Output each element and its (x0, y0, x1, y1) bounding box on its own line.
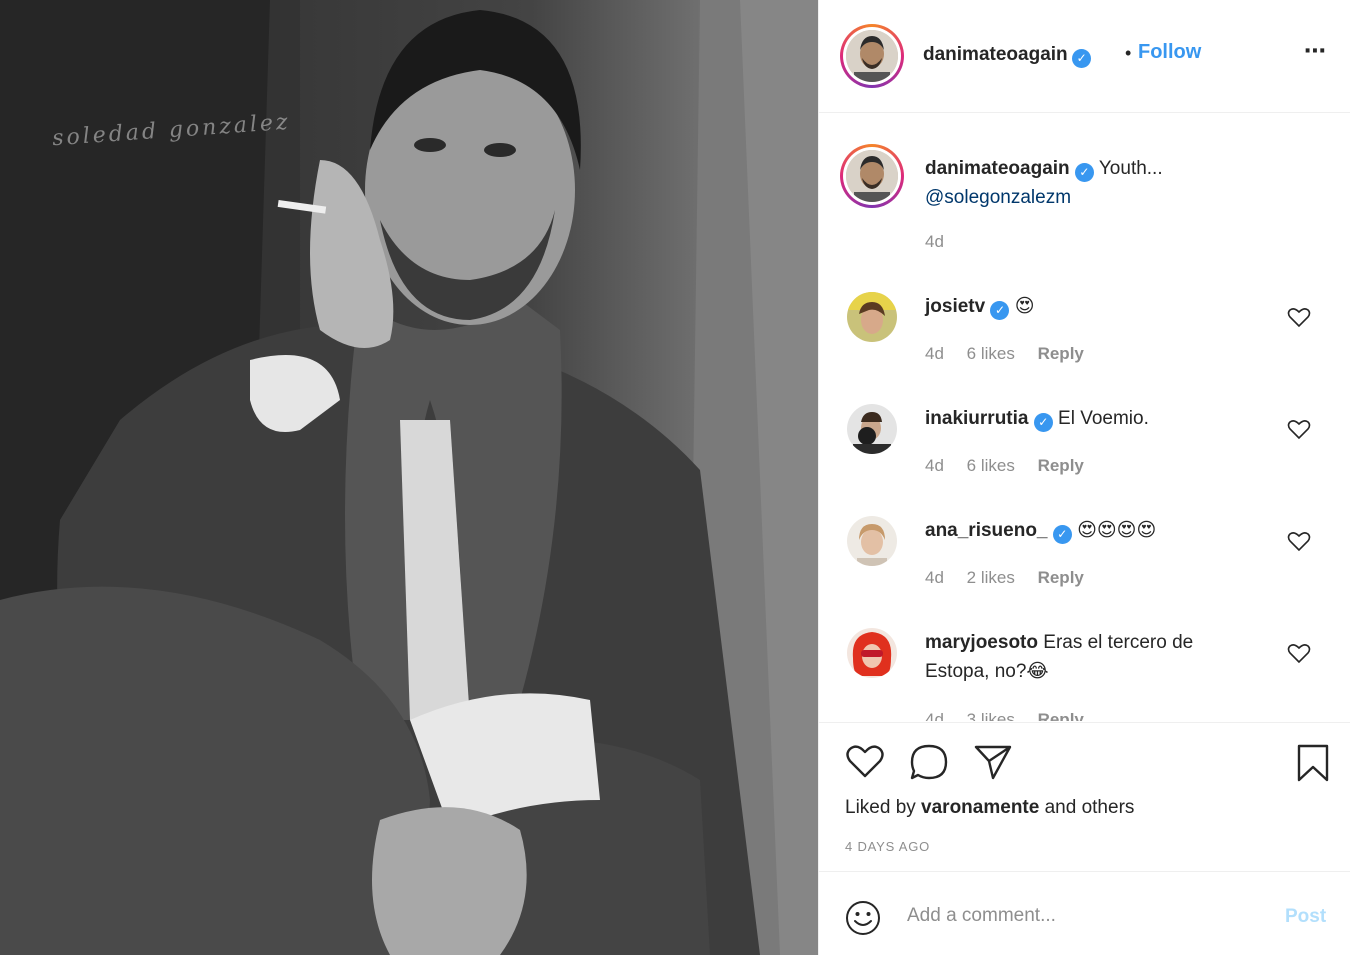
post-actions: Liked by varonamente and others 4 DAYS A… (819, 722, 1350, 870)
verified-badge-icon: ✓ (1072, 49, 1092, 68)
reply-button[interactable]: Reply (1038, 456, 1084, 475)
author-avatar[interactable] (840, 24, 904, 88)
post-side-panel: danimateoagain ✓ • Follow ⋯ danimateoaga… (818, 0, 1350, 955)
more-options-icon[interactable]: ⋯ (1304, 38, 1327, 64)
comment-input[interactable] (907, 898, 1247, 934)
comment-meta: 4d 6 likes Reply (925, 344, 1102, 364)
emoji-smiley-icon[interactable] (845, 900, 881, 936)
post-comment-button[interactable]: Post (1285, 906, 1326, 928)
post-date[interactable]: 4 DAYS AGO (845, 839, 930, 854)
comment-meta: 4d 6 likes Reply (925, 456, 1102, 476)
separator-dot: • (1125, 43, 1132, 63)
comment-likes[interactable]: 2 likes (967, 568, 1015, 587)
caption-time[interactable]: 4d (925, 232, 944, 252)
author-username[interactable]: danimateoagain (923, 44, 1068, 65)
add-comment-bar: Post (819, 871, 1350, 955)
comment-likes[interactable]: 6 likes (967, 344, 1015, 363)
like-comment-heart-icon[interactable] (1287, 530, 1311, 552)
comment-item: maryjoesoto Eras el tercero de Estopa, n… (819, 628, 1350, 721)
comment-username[interactable]: ana_risueno_ (925, 520, 1048, 541)
caption-mention-link[interactable]: @solegonzalezm (925, 187, 1071, 208)
josietv-avatar-image (847, 292, 897, 342)
comment-item: ana_risueno_ ✓ 😍😍😍😍 4d 2 likes Reply (819, 516, 1350, 628)
liked-by-prefix: Liked by (845, 797, 922, 818)
comment-avatar[interactable] (847, 292, 897, 342)
liked-by-summary: Liked by varonamente and others (845, 797, 1134, 819)
like-comment-heart-icon[interactable] (1287, 642, 1311, 664)
comment-item: josietv ✓ 😍 4d 6 likes Reply (819, 292, 1350, 404)
comment-text: 😍😍😍😍 (1077, 520, 1157, 541)
verified-badge-icon: ✓ (1052, 525, 1072, 544)
comment-time[interactable]: 4d (925, 456, 944, 475)
verified-badge-icon: ✓ (1033, 413, 1053, 432)
caption: danimateoagain ✓ Youth... @solegonzalezm (925, 154, 1325, 212)
caption-username[interactable]: danimateoagain (925, 158, 1070, 179)
comment-item: inakiurrutia ✓ El Voemio. 4d 6 likes Rep… (819, 404, 1350, 516)
comment-body: inakiurrutia ✓ El Voemio. (925, 404, 1255, 433)
comment-meta: 4d 3 likes Reply (925, 710, 1102, 721)
comments-list[interactable]: danimateoagain ✓ Youth... @solegonzalezm… (819, 114, 1350, 721)
verified-badge-icon: ✓ (1074, 163, 1094, 182)
reply-button[interactable]: Reply (1038, 568, 1084, 587)
comment-username[interactable]: inakiurrutia (925, 408, 1028, 429)
caption-avatar-image (846, 150, 898, 202)
post-header: danimateoagain ✓ • Follow ⋯ (819, 0, 1350, 113)
maryjoesoto-avatar-image (847, 628, 897, 678)
verified-badge-icon: ✓ (990, 301, 1010, 320)
comment-time[interactable]: 4d (925, 568, 944, 587)
comment-username[interactable]: josietv (925, 296, 985, 317)
reply-button[interactable]: Reply (1038, 710, 1084, 721)
save-bookmark-icon[interactable] (1295, 743, 1331, 783)
author-name-group: danimateoagain ✓ (923, 44, 1092, 68)
comment-body: maryjoesoto Eras el tercero de Estopa, n… (925, 628, 1255, 686)
comment-text: El Voemio. (1058, 408, 1149, 429)
comment-username[interactable]: maryjoesoto (925, 632, 1038, 653)
comment-meta: 4d 2 likes Reply (925, 568, 1102, 588)
liked-by-user[interactable]: varonamente (921, 797, 1039, 818)
like-comment-heart-icon[interactable] (1287, 418, 1311, 440)
comment-likes[interactable]: 6 likes (967, 456, 1015, 475)
comment-avatar[interactable] (847, 516, 897, 566)
caption-text: Youth... (1098, 158, 1163, 179)
liked-by-suffix[interactable]: and others (1039, 797, 1135, 818)
comment-avatar[interactable] (847, 628, 897, 678)
like-heart-icon[interactable] (845, 743, 885, 779)
comment-time[interactable]: 4d (925, 710, 944, 721)
comment-body: josietv ✓ 😍 (925, 292, 1255, 321)
post-photo[interactable]: soledad gonzalez (0, 0, 818, 955)
comment-likes[interactable]: 3 likes (967, 710, 1015, 721)
author-avatar-image (846, 30, 898, 82)
comment-body: ana_risueno_ ✓ 😍😍😍😍 (925, 516, 1255, 545)
comment-text: 😍 (1014, 296, 1035, 317)
inakiurrutia-avatar-image (847, 404, 897, 454)
like-comment-heart-icon[interactable] (1287, 306, 1311, 328)
comment-time[interactable]: 4d (925, 344, 944, 363)
comment-bubble-icon[interactable] (909, 743, 949, 781)
comment-avatar[interactable] (847, 404, 897, 454)
caption-author-avatar[interactable] (840, 144, 904, 208)
share-send-icon[interactable] (973, 743, 1013, 781)
ana-risueno-avatar-image (847, 516, 897, 566)
reply-button[interactable]: Reply (1038, 344, 1084, 363)
follow-button[interactable]: Follow (1138, 41, 1201, 64)
